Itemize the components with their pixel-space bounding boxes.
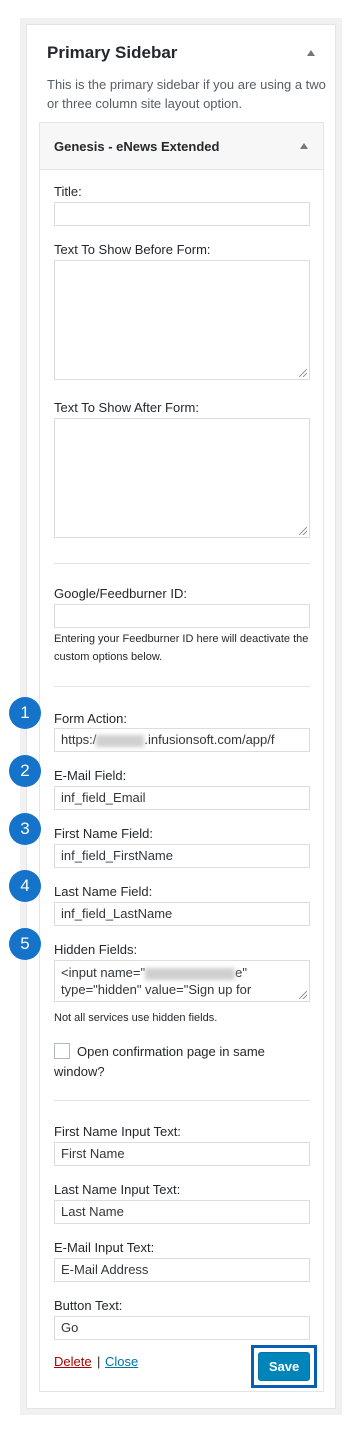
- hidden-fields-line-2: type="hidden" value="Sign up for: [61, 982, 252, 997]
- step-badge-5: 5: [9, 928, 41, 960]
- feedburner-label: Google/Feedburner ID:: [54, 586, 187, 601]
- title-input[interactable]: [54, 202, 310, 226]
- confirmation-label[interactable]: Open confirmation page in same window?: [54, 1042, 304, 1082]
- save-button[interactable]: Save: [258, 1352, 310, 1381]
- before-form-textarea[interactable]: [54, 260, 310, 380]
- first-name-field-input[interactable]: inf_field_FirstName: [54, 844, 310, 868]
- first-name-input-text-label: First Name Input Text:: [54, 1124, 181, 1139]
- title-label: Title:: [54, 184, 82, 199]
- sidebar-title[interactable]: Primary Sidebar: [47, 43, 177, 63]
- email-field-label: E-Mail Field:: [54, 768, 127, 783]
- hidden-line1-suffix: e": [235, 965, 247, 980]
- last-name-input-text[interactable]: Last Name: [54, 1200, 310, 1224]
- button-text-label: Button Text:: [54, 1298, 123, 1313]
- form-action-label: Form Action:: [54, 711, 127, 726]
- step-badge-1: 1: [9, 697, 41, 729]
- hidden-line1-prefix: <input name=": [61, 965, 146, 980]
- resize-handle-icon[interactable]: [299, 527, 307, 535]
- step-badge-3: 3: [9, 813, 41, 845]
- redacted-blur: [96, 734, 145, 747]
- form-action-input[interactable]: https:/ .infusionsoft.com/app/f: [54, 728, 310, 752]
- resize-handle-icon[interactable]: [299, 369, 307, 377]
- hidden-fields-line-1: <input name=" e": [61, 964, 303, 981]
- button-text-input[interactable]: Go: [54, 1316, 310, 1340]
- feedburner-input[interactable]: [54, 604, 310, 628]
- feedburner-help: Entering your Feedburner ID here will de…: [54, 633, 309, 663]
- last-name-field-label: Last Name Field:: [54, 884, 153, 899]
- widget-header[interactable]: Genesis - eNews Extended: [40, 123, 323, 170]
- step-badge-2: 2: [9, 755, 41, 787]
- first-name-input-text[interactable]: First Name: [54, 1142, 310, 1166]
- sidebar-toggle-icon[interactable]: [307, 50, 315, 56]
- divider: [54, 686, 310, 687]
- divider: [54, 563, 310, 564]
- email-input-text-label: E-Mail Input Text:: [54, 1240, 155, 1255]
- last-name-input-text-label: Last Name Input Text:: [54, 1182, 181, 1197]
- last-name-field-input[interactable]: inf_field_LastName: [54, 902, 310, 926]
- divider: [54, 1100, 310, 1101]
- close-link[interactable]: Close: [105, 1354, 138, 1369]
- email-field-input[interactable]: inf_field_Email: [54, 786, 310, 810]
- form-action-prefix: https:/: [61, 732, 97, 747]
- hidden-fields-help: Not all services use hidden fields.: [54, 1012, 218, 1024]
- action-separator: |: [97, 1354, 101, 1369]
- widget-toggle-icon[interactable]: [300, 143, 308, 149]
- hidden-fields-textarea[interactable]: <input name=" e" type="hidden" value="Sig…: [54, 960, 310, 1002]
- before-form-label: Text To Show Before Form:: [54, 242, 211, 257]
- delete-link[interactable]: Delete: [54, 1354, 92, 1369]
- after-form-label: Text To Show After Form:: [54, 400, 199, 415]
- step-badge-4: 4: [9, 870, 41, 902]
- resize-handle-icon[interactable]: [299, 991, 307, 999]
- form-action-suffix: .infusionsoft.com/app/f: [144, 732, 275, 747]
- after-form-textarea[interactable]: [54, 418, 310, 538]
- sidebar-description: This is the primary sidebar if you are u…: [47, 77, 326, 111]
- first-name-field-label: First Name Field:: [54, 826, 153, 841]
- email-input-text[interactable]: E-Mail Address: [54, 1258, 310, 1282]
- widget-title: Genesis - eNews Extended: [54, 139, 220, 154]
- hidden-fields-label: Hidden Fields:: [54, 942, 138, 957]
- redacted-blur: [145, 967, 236, 980]
